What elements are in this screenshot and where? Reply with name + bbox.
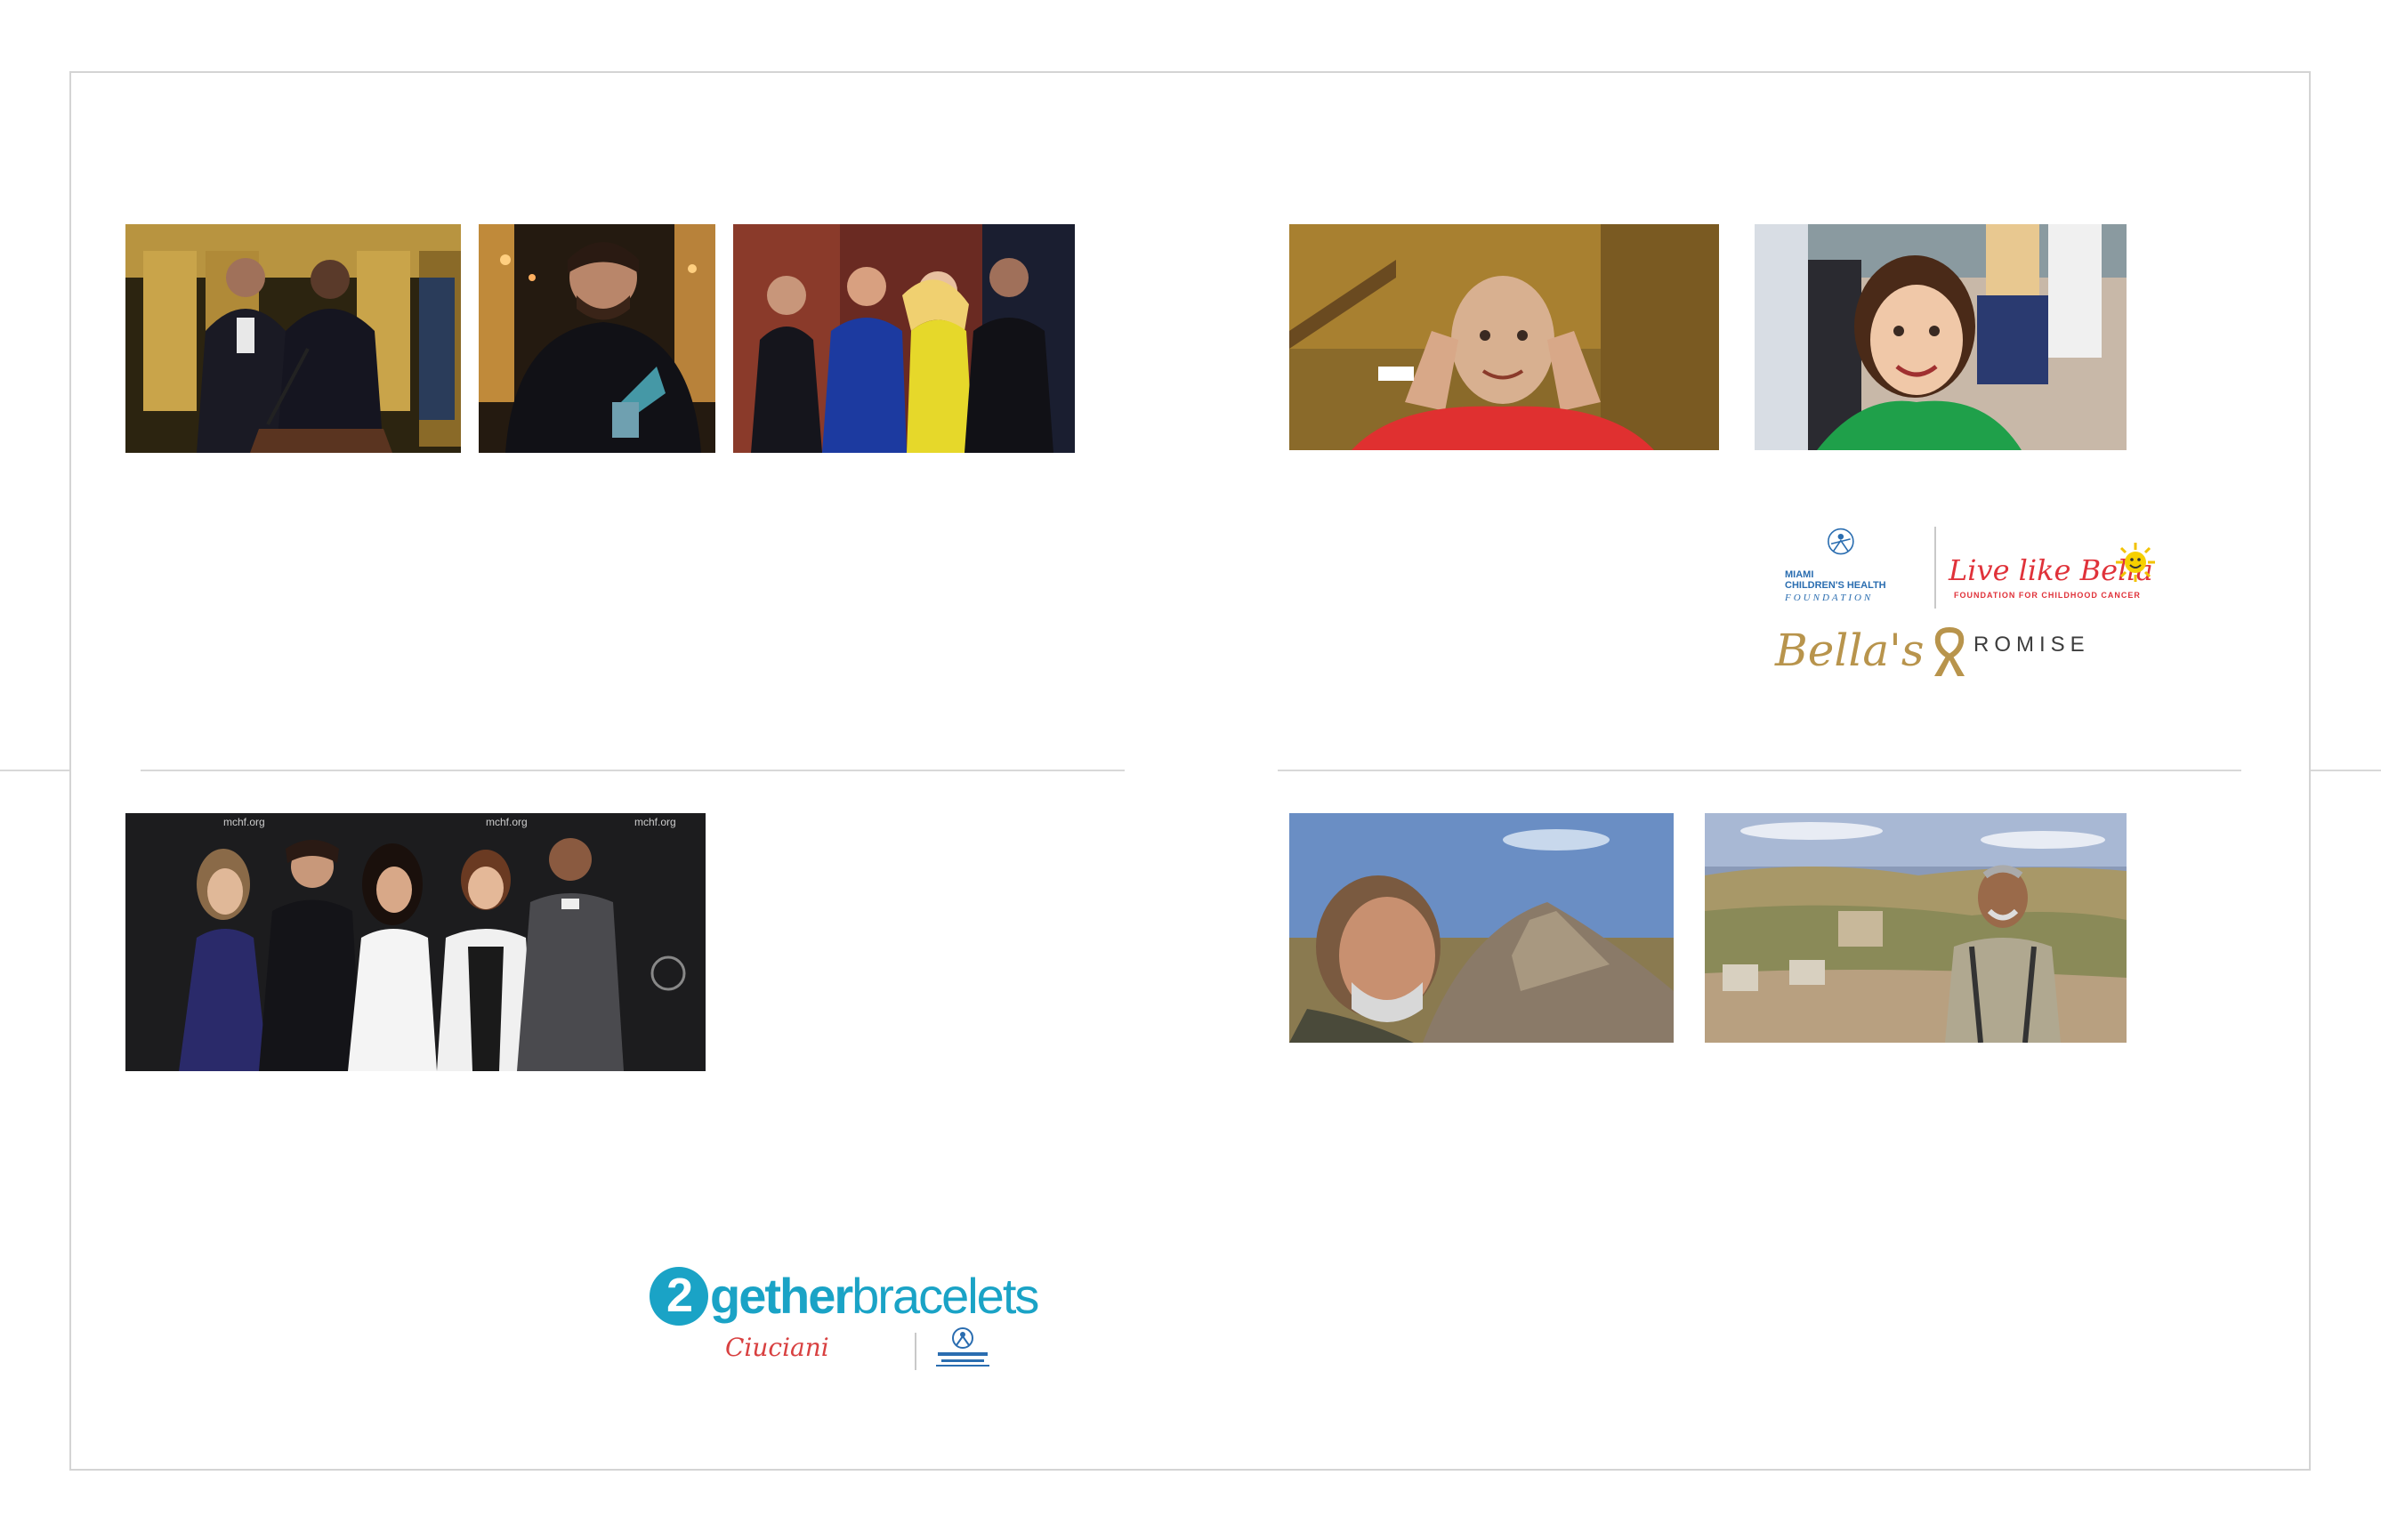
document-page: MIAMI CHILDREN'S HEALTH FOUNDATION Live … bbox=[0, 0, 2381, 1540]
mchf-logo-icon bbox=[1828, 528, 1854, 555]
mchf-logo-text: MIAMI CHILDREN'S HEALTH bbox=[1785, 569, 1886, 591]
photo-bella-hospital bbox=[1289, 224, 1719, 450]
photo-bracelet-launch: mchf.org mchf.org mchf.org bbox=[125, 813, 706, 1071]
photo-award-recipient bbox=[479, 224, 715, 453]
photo-gala-group bbox=[733, 224, 1075, 453]
live-like-bella-subtitle: FOUNDATION FOR CHILDHOOD CANCER bbox=[1954, 591, 2141, 600]
divider-left bbox=[141, 770, 1125, 771]
mchf-small-logo-icon bbox=[936, 1327, 989, 1367]
mchf-foundation: FOUNDATION bbox=[1785, 593, 1874, 603]
mchf-line1: MIAMI bbox=[1785, 569, 1814, 580]
sun-smiley-icon bbox=[2116, 543, 2155, 582]
twogether-bracelets-logo: 2 getherbracelets bbox=[650, 1267, 1039, 1329]
photo-hiker-cairn bbox=[1289, 813, 1674, 1043]
photo-gala-podium bbox=[125, 224, 461, 453]
ciuciani-logo: Ciuciani bbox=[725, 1333, 829, 1362]
backdrop-text-2: mchf.org bbox=[486, 816, 528, 828]
photo-bella-smiling bbox=[1755, 224, 2127, 450]
bellas-promise-text: ROMISE bbox=[1973, 633, 2090, 657]
backdrop-text-1: mchf.org bbox=[223, 816, 265, 828]
twogether-bracelets: bracelets bbox=[852, 1268, 1039, 1324]
bellas-promise-word: Bella's bbox=[1775, 625, 1925, 676]
gold-ribbon-icon bbox=[1934, 626, 1965, 676]
divider-right bbox=[1278, 770, 2241, 771]
logo-divider bbox=[1934, 527, 1936, 609]
mchf-line2: CHILDREN'S HEALTH bbox=[1785, 580, 1886, 591]
divider-right-edge bbox=[2311, 770, 2381, 771]
twogether-divider bbox=[915, 1333, 916, 1370]
twogether-gether: gether bbox=[710, 1268, 853, 1324]
divider-left-edge bbox=[0, 770, 69, 771]
twogether-two: 2 bbox=[650, 1267, 708, 1326]
photo-hiker-valley bbox=[1705, 813, 2127, 1043]
backdrop-text-3: mchf.org bbox=[634, 816, 676, 828]
